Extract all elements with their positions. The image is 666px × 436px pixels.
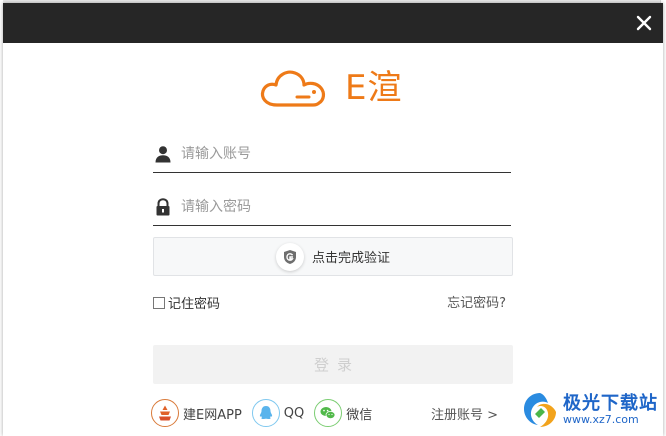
login-dialog: E渲 点击完成验证 记住密码 [3, 3, 663, 436]
app-logo: E渲 [257, 63, 417, 113]
qq-icon [251, 399, 280, 427]
lock-icon [153, 197, 173, 217]
watermark: 极光下载站 www.xz7.com [520, 390, 658, 430]
jiane-app-icon [151, 399, 179, 427]
password-field [153, 188, 511, 226]
captcha-label: 点击完成验证 [311, 251, 390, 266]
logo-text: E渲 [345, 68, 403, 108]
remember-checkbox[interactable] [153, 296, 165, 309]
remember-label: 记住密码 [168, 297, 221, 312]
watermark-text: 极光下载站 www.xz7.com [563, 392, 658, 427]
title-bar [3, 3, 663, 43]
register-link[interactable]: 注册账号 > [431, 404, 498, 423]
username-input[interactable] [181, 138, 481, 169]
aurora-logo-icon [524, 393, 556, 427]
wechat-label: 微信 [346, 407, 373, 423]
password-input[interactable] [181, 191, 481, 222]
jiane-app-login[interactable]: 建E网APP [151, 399, 242, 427]
jiane-app-label: 建E网APP [183, 407, 242, 423]
close-icon [636, 15, 652, 31]
cloud-logo-icon [260, 70, 326, 107]
wechat-icon [314, 399, 343, 427]
login-button[interactable]: 登录 [153, 345, 513, 384]
user-icon [153, 144, 173, 164]
wechat-login[interactable]: 微信 [314, 399, 372, 427]
username-field [153, 135, 511, 173]
qq-login[interactable]: QQ [251, 399, 305, 427]
forgot-password-link[interactable]: 忘记密码? [447, 292, 506, 311]
captcha-verify-button[interactable]: 点击完成验证 [153, 237, 513, 276]
remember-password[interactable]: 记住密码 [153, 293, 220, 312]
watermark-title: 极光下载站 [563, 392, 658, 414]
shield-icon [275, 242, 304, 271]
close-button[interactable] [633, 12, 655, 34]
qq-label: QQ [283, 405, 305, 421]
watermark-url: www.xz7.com [563, 413, 639, 427]
